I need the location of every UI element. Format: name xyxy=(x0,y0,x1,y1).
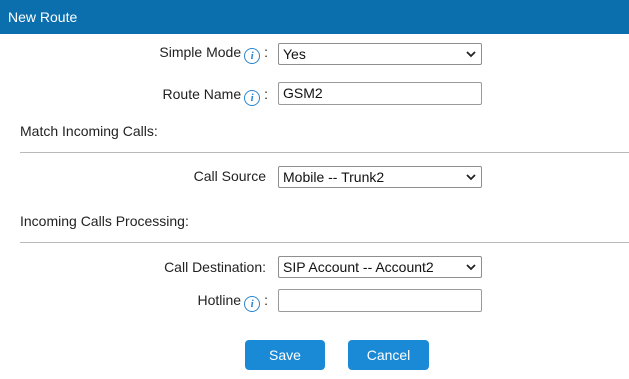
simple-mode-select[interactable]: Yes xyxy=(278,43,482,65)
simple-mode-colon: : xyxy=(264,44,268,60)
info-icon[interactable]: i xyxy=(244,48,261,64)
call-destination-select[interactable]: SIP Account -- Account2 xyxy=(278,256,482,278)
hotline-label-group: Hotline i: xyxy=(150,292,268,312)
simple-mode-value: Yes xyxy=(283,46,306,62)
chevron-down-icon xyxy=(466,264,476,271)
route-name-input[interactable]: GSM2 xyxy=(278,82,482,105)
call-source-select[interactable]: Mobile -- Trunk2 xyxy=(278,166,482,188)
window-title: New Route xyxy=(8,9,78,25)
route-name-colon: : xyxy=(264,86,268,102)
hotline-input[interactable] xyxy=(278,289,482,312)
route-name-label-group: Route Name i: xyxy=(150,86,268,106)
section-divider xyxy=(20,152,629,153)
window-title-bar: New Route xyxy=(0,0,629,34)
section-divider xyxy=(20,242,629,243)
call-destination-label: Call Destination: xyxy=(164,259,266,275)
info-icon[interactable]: i xyxy=(244,90,261,106)
route-name-label: Route Name xyxy=(162,86,242,102)
simple-mode-label: Simple Mode xyxy=(159,44,242,60)
info-icon[interactable]: i xyxy=(244,296,261,312)
call-destination-value: SIP Account -- Account2 xyxy=(283,259,434,275)
cancel-button[interactable]: Cancel xyxy=(348,340,429,370)
call-source-label: Call Source xyxy=(193,168,266,184)
match-incoming-calls-heading: Match Incoming Calls: xyxy=(20,123,158,139)
chevron-down-icon xyxy=(466,174,476,181)
save-button[interactable]: Save xyxy=(245,340,325,370)
hotline-label: Hotline xyxy=(197,292,242,308)
hotline-colon: : xyxy=(264,292,268,308)
simple-mode-label-group: Simple Mode i: xyxy=(150,44,268,64)
call-source-value: Mobile -- Trunk2 xyxy=(283,169,385,185)
chevron-down-icon xyxy=(466,51,476,58)
incoming-calls-processing-heading: Incoming Calls Processing: xyxy=(20,213,189,229)
